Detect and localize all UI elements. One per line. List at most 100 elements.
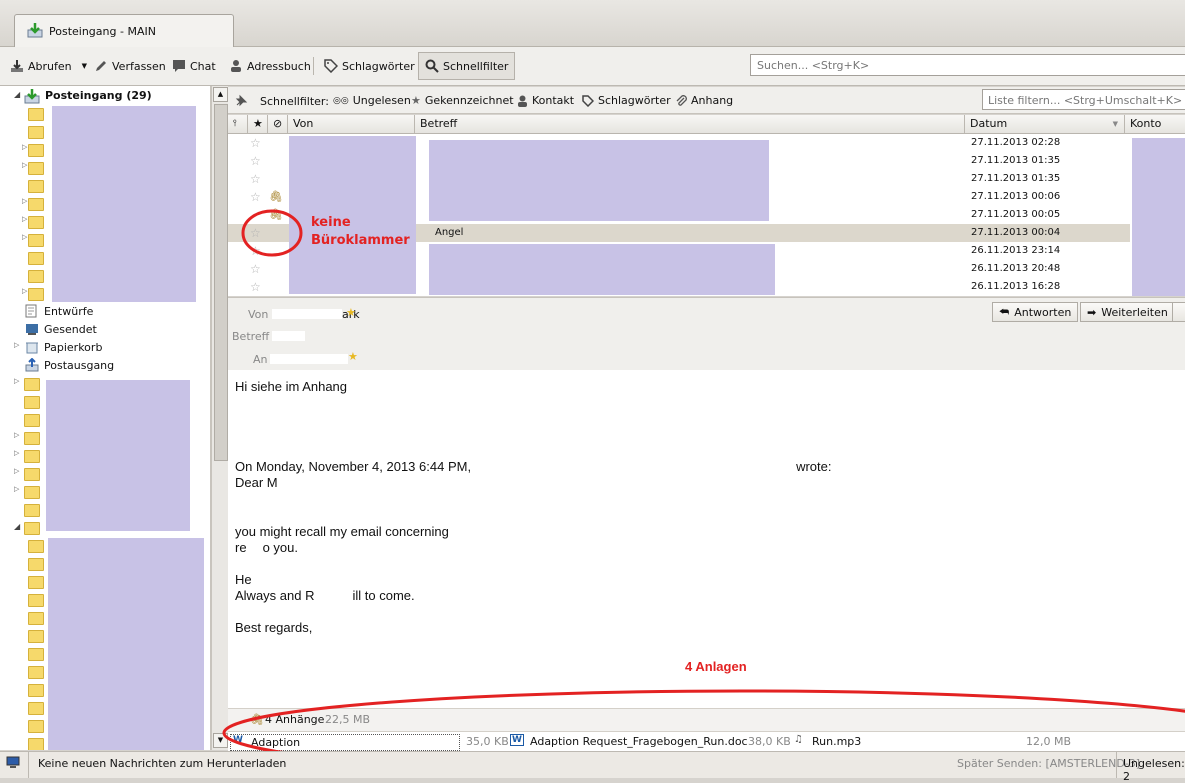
star-icon[interactable]: ☆: [250, 280, 261, 294]
scrollbar-thumb[interactable]: [214, 104, 228, 461]
folder-sent[interactable]: Gesendet: [44, 323, 97, 336]
folder-icon[interactable]: [28, 126, 44, 139]
star-icon[interactable]: ☆: [250, 154, 261, 168]
expand-arrow-icon[interactable]: ▷: [22, 143, 27, 151]
expand-arrow-icon[interactable]: ▷: [22, 233, 27, 241]
expand-arrow-icon[interactable]: ▷: [22, 215, 27, 223]
scroll-up-arrow-icon[interactable]: ▲: [213, 87, 228, 102]
folder-icon[interactable]: [28, 558, 44, 571]
tab-inbox[interactable]: Posteingang - MAIN: [14, 14, 234, 47]
tags-button[interactable]: Schlagwörter ▼: [324, 57, 424, 75]
addressbook-button[interactable]: Adressbuch: [229, 57, 311, 75]
folder-icon[interactable]: [28, 738, 44, 750]
list-filter-input[interactable]: Liste filtern... <Strg+Umschalt+K>: [982, 89, 1185, 110]
tab-title: Posteingang - MAIN: [49, 25, 156, 38]
folder-icon[interactable]: [28, 198, 44, 211]
body-text: Dear M: [235, 475, 278, 490]
column-account[interactable]: Konto: [1125, 115, 1185, 133]
message-date: 27.11.2013 00:06: [971, 191, 1061, 202]
status-bar: Keine neuen Nachrichten zum Herunterlade…: [0, 751, 1185, 783]
folder-drafts[interactable]: Entwürfe: [44, 305, 93, 318]
column-thread[interactable]: ⫯: [228, 115, 248, 133]
write-button[interactable]: Verfassen: [94, 57, 166, 75]
column-attachment[interactable]: ⊘: [268, 115, 288, 133]
column-from[interactable]: Von: [288, 115, 415, 133]
folder-inbox[interactable]: Posteingang (29): [45, 89, 152, 102]
chat-button[interactable]: Chat: [172, 57, 216, 75]
folder-icon[interactable]: [28, 540, 44, 553]
folder-scrollbar[interactable]: ▲ ▼: [211, 86, 228, 750]
collapse-arrow-icon[interactable]: ◢: [14, 90, 20, 99]
filter-unread[interactable]: ◎◎ Ungelesen: [333, 94, 411, 107]
column-star[interactable]: ★: [248, 115, 268, 133]
body-text: re: [235, 540, 247, 555]
filter-contact[interactable]: Kontakt: [517, 94, 574, 107]
folder-icon[interactable]: [24, 522, 40, 535]
folder-icon[interactable]: [28, 612, 44, 625]
expand-arrow-icon[interactable]: ▷: [14, 431, 19, 439]
quickfilter-pin[interactable]: Schnellfilter:: [234, 94, 329, 108]
folder-trash[interactable]: Papierkorb: [44, 341, 102, 354]
folder-icon[interactable]: [24, 504, 40, 517]
folder-icon[interactable]: [28, 180, 44, 193]
folder-icon[interactable]: [28, 576, 44, 589]
expand-arrow-icon[interactable]: ▷: [22, 161, 27, 169]
folder-outbox[interactable]: Postausgang: [44, 359, 114, 372]
star-icon[interactable]: ☆: [250, 262, 261, 276]
search-input[interactable]: Suchen... <Strg+K>: [750, 54, 1185, 76]
expand-arrow-icon[interactable]: ▷: [14, 377, 19, 385]
folder-icon[interactable]: [28, 666, 44, 679]
folder-icon[interactable]: [28, 270, 44, 283]
folder-icon[interactable]: [28, 630, 44, 643]
folder-icon[interactable]: [24, 486, 40, 499]
folder-icon[interactable]: [28, 288, 44, 301]
folder-icon[interactable]: [24, 432, 40, 445]
folder-icon[interactable]: [24, 396, 40, 409]
reply-button[interactable]: ⮪ Antworten: [992, 302, 1079, 322]
folder-icon[interactable]: [28, 234, 44, 247]
expand-arrow-icon[interactable]: ▷: [22, 197, 27, 205]
star-icon[interactable]: ☆: [250, 190, 261, 204]
folder-icon[interactable]: [28, 684, 44, 697]
star-icon[interactable]: ☆: [250, 172, 261, 186]
redacted-text: [272, 331, 305, 341]
folder-icon[interactable]: [28, 216, 44, 229]
folder-icon[interactable]: [28, 108, 44, 121]
folder-icon[interactable]: [24, 468, 40, 481]
expand-arrow-icon[interactable]: ▷: [14, 467, 19, 475]
folder-icon[interactable]: [24, 450, 40, 463]
filter-tags[interactable]: Schlagwörter: [582, 94, 671, 107]
folder-icon[interactable]: [24, 414, 40, 427]
more-button[interactable]: [1172, 302, 1185, 322]
annotation-circle: [241, 209, 303, 257]
collapse-arrow-icon[interactable]: ◢: [14, 522, 20, 531]
folder-icon[interactable]: [28, 594, 44, 607]
online-status-icon[interactable]: [6, 756, 22, 770]
column-subject[interactable]: Betreff: [415, 115, 965, 133]
star-icon[interactable]: ★: [348, 350, 358, 363]
folder-icon[interactable]: [28, 162, 44, 175]
filter-starred[interactable]: ★ Gekennzeichnet: [411, 94, 514, 107]
folder-icon[interactable]: [28, 720, 44, 733]
pin-icon: [235, 94, 248, 107]
tab-bar: Posteingang - MAIN: [0, 0, 1185, 47]
expand-arrow-icon[interactable]: ▷: [14, 485, 19, 493]
get-messages-button[interactable]: Abrufen ▼: [10, 57, 87, 75]
folder-icon[interactable]: [28, 702, 44, 715]
column-date[interactable]: Datum ▼: [965, 115, 1125, 133]
expand-arrow-icon[interactable]: ▷: [22, 287, 27, 295]
expand-arrow-icon[interactable]: ▷: [14, 449, 19, 457]
folder-icon[interactable]: [28, 144, 44, 157]
quickfilter-toggle[interactable]: Schnellfilter: [418, 52, 516, 80]
star-icon[interactable]: ★: [346, 306, 356, 319]
folder-icon[interactable]: [28, 252, 44, 265]
dropdown-arrow-icon[interactable]: ▼: [82, 62, 87, 70]
star-icon[interactable]: ☆: [250, 136, 261, 150]
column-date-label: Datum: [970, 117, 1008, 130]
forward-button[interactable]: ➡ Weiterleiten: [1080, 302, 1175, 322]
folder-icon[interactable]: [24, 378, 40, 391]
expand-arrow-icon[interactable]: ▷: [14, 341, 19, 349]
folder-icon[interactable]: [28, 648, 44, 661]
filter-attachment[interactable]: Anhang: [675, 94, 733, 107]
person-icon: [518, 95, 527, 107]
